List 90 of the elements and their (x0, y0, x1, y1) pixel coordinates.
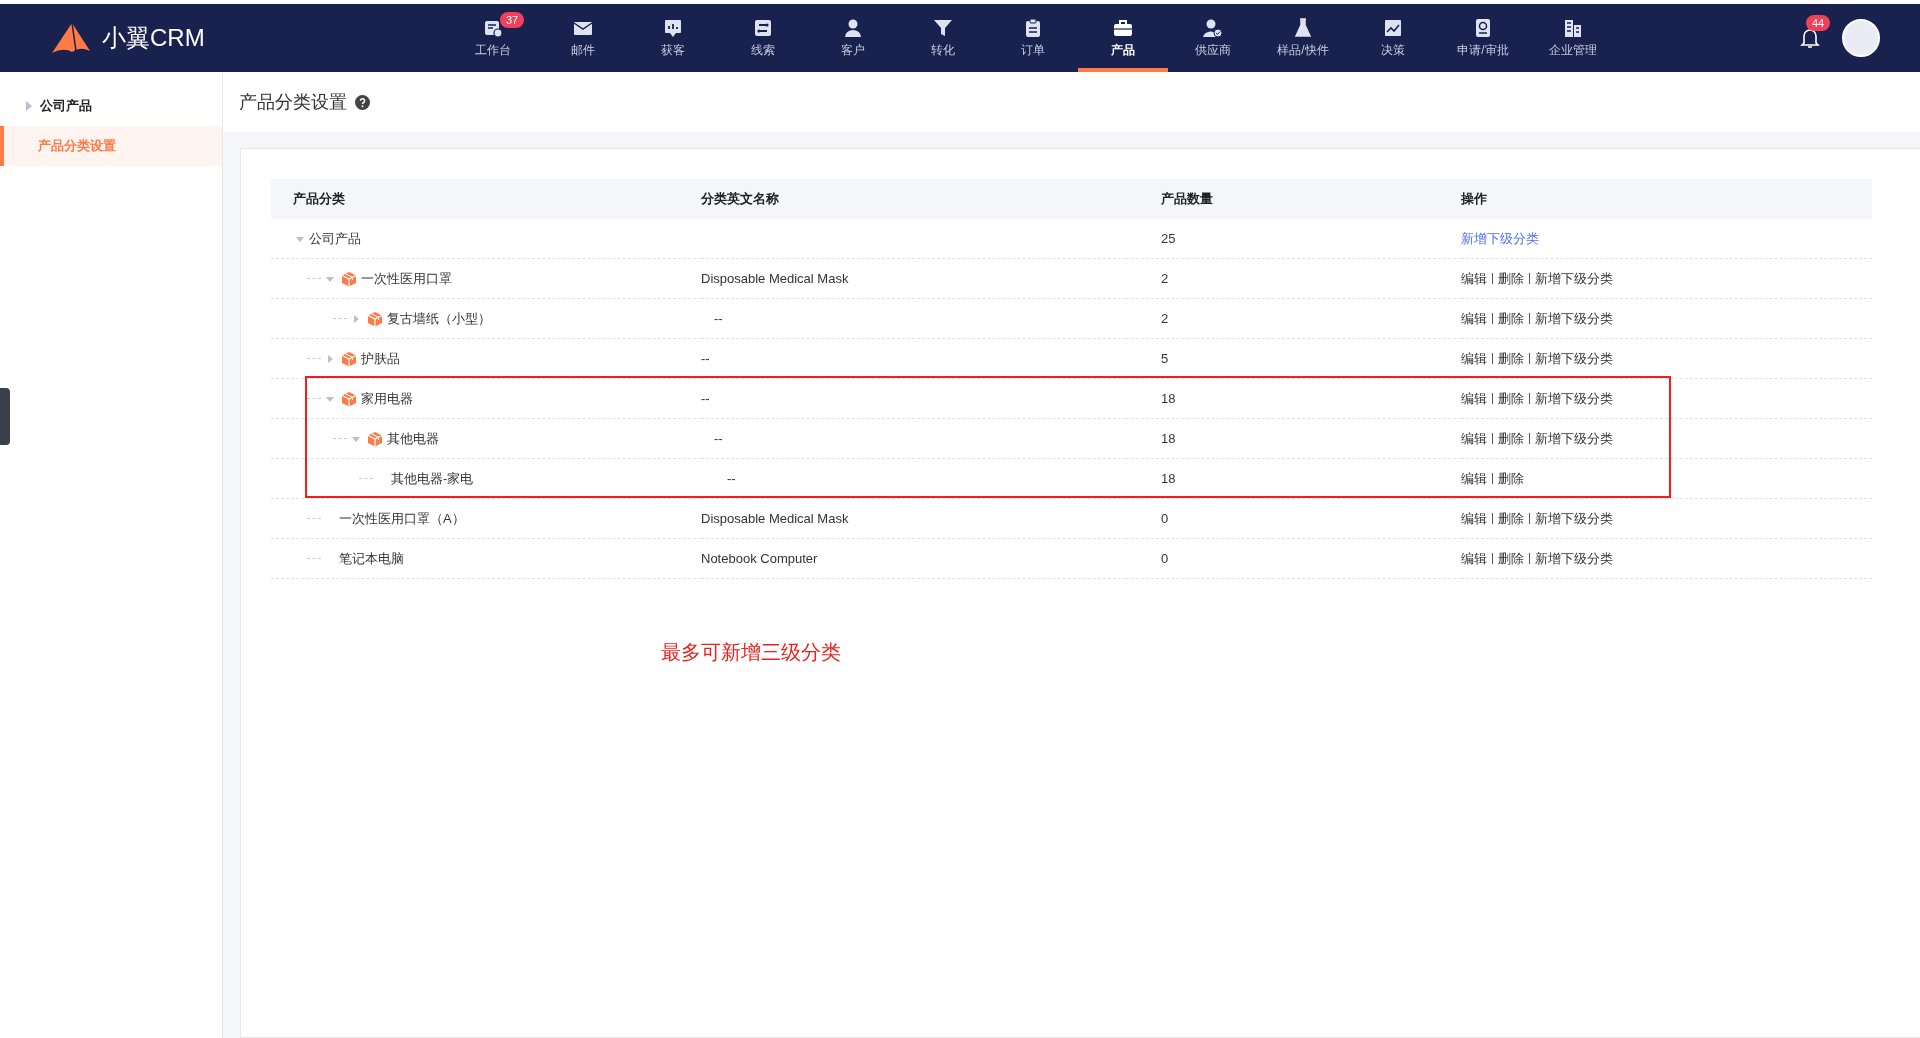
nav-tab[interactable]: 企业管理 (1528, 4, 1618, 72)
person-icon (843, 17, 863, 38)
action-link[interactable]: 编辑 (1461, 351, 1487, 366)
category-name: 公司产品 (309, 229, 361, 248)
caret-icon[interactable] (325, 353, 335, 364)
nav-tab[interactable]: 样品/快件 (1258, 4, 1348, 72)
action-link[interactable]: 编辑 (1461, 511, 1487, 526)
action-link[interactable]: 新增下级分类 (1535, 311, 1613, 326)
product-count: 18 (1161, 431, 1176, 446)
category-name: 其他电器-家电 (391, 469, 474, 488)
help-icon[interactable] (355, 94, 370, 110)
action-link[interactable]: 删除 (1498, 271, 1524, 286)
action-link[interactable]: 新增下级分类 (1535, 511, 1613, 526)
nav-tab[interactable]: 供应商 (1168, 4, 1258, 72)
product-count: 0 (1161, 511, 1169, 526)
avatar[interactable] (1842, 19, 1880, 57)
annotation-note: 最多可新增三级分类 (661, 640, 842, 665)
category-name: 复古墙纸（小型） (387, 309, 491, 328)
line-chart-icon (1383, 17, 1403, 38)
column-header: 产品数量 (1126, 179, 1461, 219)
action-link[interactable]: 新增下级分类 (1535, 271, 1613, 286)
side-handle[interactable] (0, 388, 10, 445)
action-link[interactable]: 删除 (1498, 551, 1524, 566)
action-link[interactable]: 新增下级分类 (1461, 231, 1539, 246)
action-link[interactable]: 编辑 (1461, 391, 1487, 406)
action-link[interactable]: 新增下级分类 (1535, 351, 1613, 366)
action-link[interactable]: 新增下级分类 (1535, 431, 1613, 446)
nav-tab[interactable]: 线索 (718, 4, 808, 72)
bell-icon[interactable] (1800, 27, 1820, 49)
action-link[interactable]: 删除 (1498, 351, 1524, 366)
english-name: -- (701, 391, 710, 406)
english-name: -- (714, 431, 723, 446)
action-link[interactable]: 删除 (1498, 431, 1524, 446)
flask-icon (1293, 17, 1313, 38)
supplier-icon (1203, 17, 1223, 38)
brand-name: 小翼CRM (102, 23, 205, 53)
category-name: 家用电器 (361, 389, 413, 408)
product-count: 5 (1161, 351, 1169, 366)
product-count: 2 (1161, 271, 1169, 286)
filter-icon (933, 17, 953, 38)
category-name: 其他电器 (387, 429, 439, 448)
action-link[interactable]: 编辑 (1461, 551, 1487, 566)
nav-tab[interactable]: 订单 (988, 4, 1078, 72)
english-name: Disposable Medical Mask (701, 511, 849, 526)
nav-tab[interactable]: 客户 (808, 4, 898, 72)
page-title: 产品分类设置 (239, 91, 347, 114)
action-link[interactable]: 编辑 (1461, 311, 1487, 326)
column-header: 操作 (1461, 179, 1872, 219)
list-icon (753, 17, 773, 38)
nav-tab[interactable]: 转化 (898, 4, 988, 72)
english-name: -- (701, 351, 710, 366)
chart-board-icon (663, 17, 683, 38)
product-count: 2 (1161, 311, 1169, 326)
action-link[interactable]: 编辑 (1461, 431, 1487, 446)
action-link[interactable]: 新增下级分类 (1535, 391, 1613, 406)
action-link[interactable]: 删除 (1498, 471, 1524, 486)
caret-icon[interactable] (351, 313, 361, 324)
approval-icon (1473, 17, 1493, 38)
count-badge: 44 (1806, 15, 1831, 31)
nav-tab[interactable]: 申请/审批 (1438, 4, 1528, 72)
caret-icon (26, 101, 32, 111)
product-count: 25 (1161, 231, 1176, 246)
action-link[interactable]: 编辑 (1461, 271, 1487, 286)
action-link[interactable]: 编辑 (1461, 471, 1487, 486)
english-name: Notebook Computer (701, 551, 818, 566)
category-name: 护肤品 (361, 349, 400, 368)
action-link[interactable]: 删除 (1498, 311, 1524, 326)
category-name: 一次性医用口罩（A） (339, 509, 465, 528)
nav-tab[interactable]: 邮件 (538, 4, 628, 72)
nav-tab[interactable]: 工作台 37 (448, 4, 538, 72)
category-name: 一次性医用口罩 (361, 269, 452, 288)
action-link[interactable]: 删除 (1498, 511, 1524, 526)
column-header: 产品分类 (271, 179, 701, 219)
english-name: Disposable Medical Mask (701, 271, 849, 286)
nav-tab[interactable]: 获客 (628, 4, 718, 72)
product-count: 18 (1161, 391, 1176, 406)
english-name: -- (714, 311, 723, 326)
english-name: -- (727, 471, 736, 486)
briefcase-icon (1113, 17, 1133, 38)
sidebar-item[interactable]: 公司产品 (0, 86, 222, 126)
nav-tab[interactable]: 决策 (1348, 4, 1438, 72)
product-count: 18 (1161, 471, 1176, 486)
column-header: 分类英文名称 (701, 179, 1126, 219)
action-link[interactable]: 删除 (1498, 391, 1524, 406)
building-icon (1563, 17, 1583, 38)
category-name: 笔记本电脑 (339, 549, 404, 568)
product-count: 0 (1161, 551, 1169, 566)
count-badge: 37 (500, 12, 525, 28)
action-link[interactable]: 新增下级分类 (1535, 551, 1613, 566)
clipboard-icon (1023, 17, 1043, 38)
